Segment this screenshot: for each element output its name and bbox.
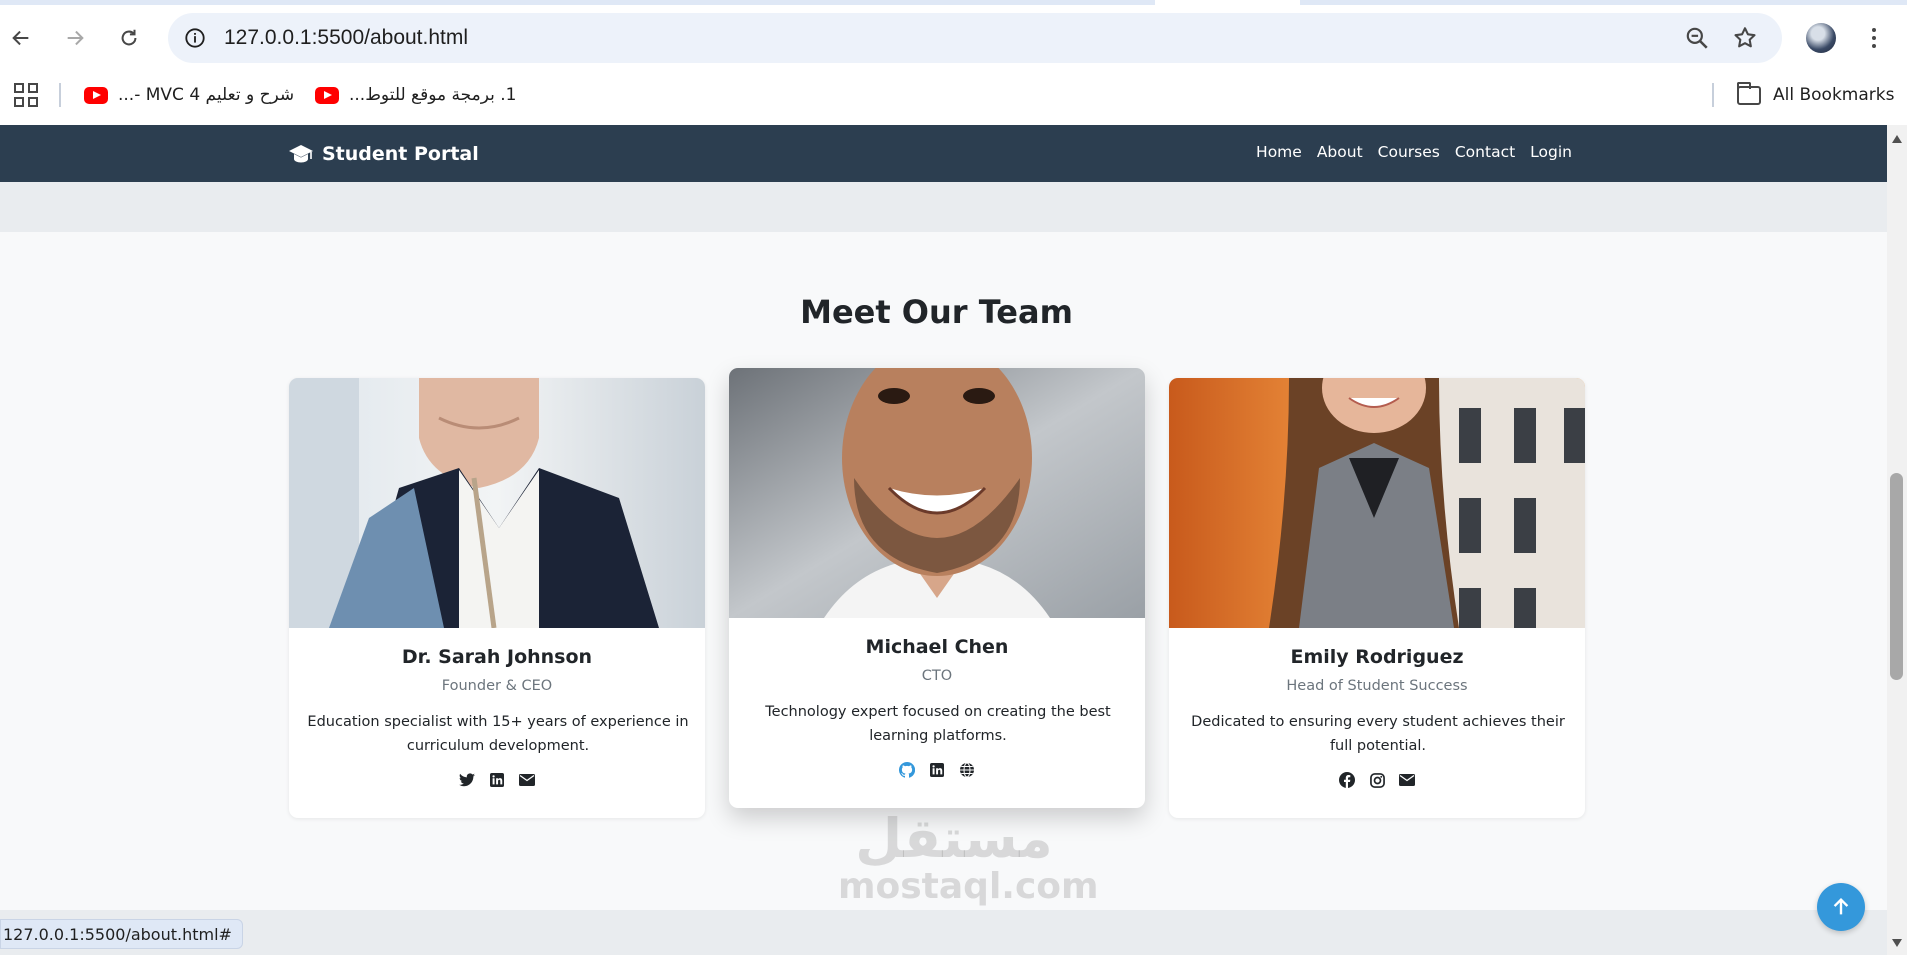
- arrow-right-icon: [67, 30, 84, 46]
- twitter-icon[interactable]: [459, 772, 475, 788]
- team-section-title: Meet Our Team: [800, 293, 1073, 331]
- page-scrollbar[interactable]: [1887, 125, 1907, 955]
- bookmark-item-2[interactable]: 1. برمجة موقع للتوط...: [315, 80, 516, 110]
- status-url: 127.0.0.1:5500/about.html#: [3, 924, 232, 944]
- member-description: Dedicated to ensuring every student achi…: [1191, 714, 1565, 754]
- team-card-sarah: Dr. Sarah Johnson Founder & CEO Educatio…: [289, 378, 705, 818]
- profile-avatar[interactable]: [1806, 23, 1836, 53]
- scroll-down-arrow-icon[interactable]: [1892, 939, 1902, 947]
- forward-button[interactable]: [60, 23, 90, 53]
- nav-links: Home About Courses Contact Login: [1241, 143, 1572, 161]
- all-bookmarks-label: All Bookmarks: [1773, 85, 1895, 105]
- address-bar[interactable]: 127.0.0.1:5500/about.html: [168, 13, 1782, 63]
- link-status-bubble: 127.0.0.1:5500/about.html#: [0, 919, 243, 949]
- member-name: Dr. Sarah Johnson: [401, 646, 593, 668]
- member-socials: [1183, 772, 1571, 792]
- browser-chrome: 127.0.0.1:5500/about.html شرح و تعليم 4 …: [0, 0, 1907, 125]
- watermark-latin: mostaql.com: [838, 866, 1099, 907]
- active-tab[interactable]: [1155, 0, 1300, 5]
- member-role: Founder & CEO: [441, 678, 553, 694]
- nav-contact[interactable]: Contact: [1455, 143, 1515, 161]
- globe-icon[interactable]: [959, 762, 975, 778]
- envelope-icon[interactable]: [519, 772, 535, 788]
- brand-link[interactable]: Student Portal: [288, 141, 479, 167]
- envelope-icon[interactable]: [1399, 772, 1415, 788]
- folder-icon: [1737, 81, 1761, 105]
- site-navbar: Student Portal Home About Courses Contac…: [0, 125, 1887, 182]
- team-photo-michael: [729, 368, 1145, 618]
- linkedin-icon[interactable]: [489, 772, 505, 788]
- url-text[interactable]: 127.0.0.1:5500/about.html: [224, 26, 468, 50]
- zoom-icon[interactable]: [1684, 25, 1712, 53]
- page-viewport: Student Portal Home About Courses Contac…: [0, 125, 1887, 955]
- member-socials: [303, 772, 691, 792]
- bookmark-label: شرح و تعليم 4 MVC -...: [118, 85, 295, 105]
- github-icon[interactable]: [899, 762, 915, 778]
- nav-courses[interactable]: Courses: [1378, 143, 1440, 161]
- all-bookmarks-button[interactable]: All Bookmarks: [1737, 80, 1894, 110]
- team-card-michael: Michael Chen CTO Technology expert focus…: [729, 368, 1145, 808]
- reload-button[interactable]: [114, 23, 144, 53]
- nav-about[interactable]: About: [1317, 143, 1363, 161]
- graduation-cap-icon: [289, 145, 313, 163]
- bookmarks-divider: [59, 83, 61, 107]
- team-card-emily: Emily Rodriguez Head of Student Success …: [1169, 378, 1585, 818]
- linkedin-icon[interactable]: [929, 762, 945, 778]
- instagram-icon[interactable]: [1369, 772, 1385, 788]
- browser-menu-icon[interactable]: [1862, 24, 1886, 52]
- nav-login[interactable]: Login: [1530, 143, 1572, 161]
- scrollbar-thumb[interactable]: [1890, 473, 1903, 680]
- bookmarks-bar: شرح و تعليم 4 MVC -... 1. برمجة موقع للت…: [0, 75, 1907, 115]
- member-socials: [743, 762, 1131, 782]
- address-row: 127.0.0.1:5500/about.html: [0, 11, 1907, 65]
- facebook-icon[interactable]: [1339, 772, 1355, 788]
- brand-name: Student Portal: [322, 143, 479, 165]
- watermark-arabic: مستقل: [855, 807, 1053, 870]
- scroll-up-arrow-icon[interactable]: [1892, 135, 1902, 143]
- mostaql-watermark: مستقل mostaql.com: [838, 807, 1099, 907]
- tab-strip: [0, 0, 1907, 5]
- section-divider: [0, 182, 1887, 232]
- bookmark-star-icon[interactable]: [1732, 25, 1760, 53]
- back-to-top-button[interactable]: [1817, 883, 1865, 931]
- member-role: CTO: [921, 668, 953, 684]
- member-role: Head of Student Success: [1286, 678, 1468, 694]
- bookmark-item-1[interactable]: شرح و تعليم 4 MVC -...: [84, 80, 294, 110]
- next-section-band: [0, 910, 1887, 955]
- team-photo-sarah: [289, 378, 705, 628]
- youtube-icon: [315, 86, 339, 104]
- youtube-icon: [84, 86, 108, 104]
- apps-grid-icon[interactable]: [14, 83, 38, 107]
- nav-home[interactable]: Home: [1256, 143, 1302, 161]
- member-name: Emily Rodriguez: [1290, 646, 1464, 668]
- member-name: Michael Chen: [865, 636, 1009, 658]
- bookmark-label: 1. برمجة موقع للتوط...: [349, 85, 517, 105]
- member-description: Education specialist with 15+ years of e…: [307, 714, 689, 754]
- arrow-up-icon: [1833, 897, 1849, 915]
- back-button[interactable]: [6, 23, 36, 53]
- member-description: Technology expert focused on creating th…: [765, 704, 1111, 744]
- site-info-icon[interactable]: [182, 25, 208, 51]
- reload-icon: [121, 29, 137, 46]
- bookmarks-divider: [1712, 83, 1714, 107]
- arrow-left-icon: [12, 30, 29, 46]
- team-photo-emily: [1169, 378, 1585, 628]
